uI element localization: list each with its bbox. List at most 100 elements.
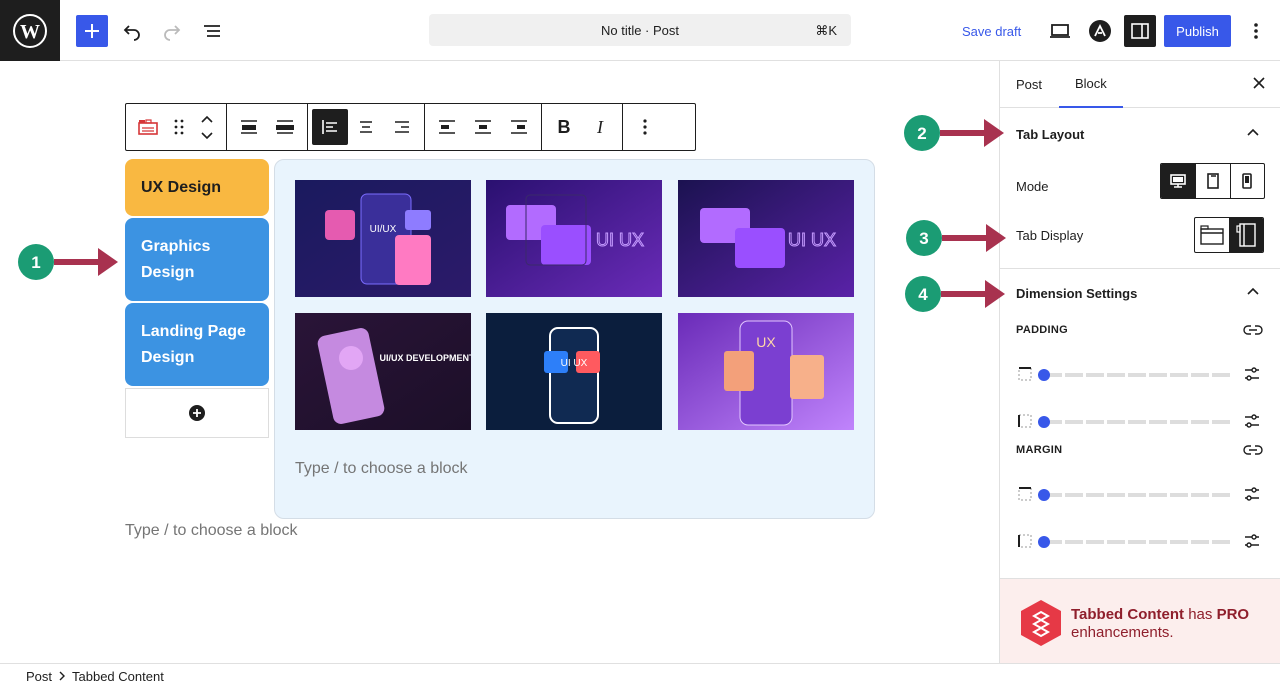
- save-draft-button[interactable]: Save draft: [954, 15, 1029, 47]
- image-caption: UI/UX DEVELOPMENT: [379, 353, 471, 363]
- settings-sliders-icon[interactable]: [1244, 413, 1260, 429]
- align-right-button[interactable]: [384, 109, 420, 145]
- align-center-button[interactable]: [348, 109, 384, 145]
- padding-top-slider[interactable]: [1016, 364, 1266, 384]
- ui-ux-illustration: UI UX: [486, 180, 662, 297]
- desktop-mode-button[interactable]: [1161, 164, 1196, 198]
- laptop-icon: [1050, 24, 1070, 38]
- padding-bottom-slider[interactable]: [1016, 411, 1266, 431]
- callout-4-arrow: 4: [905, 276, 1005, 312]
- list-view-icon: [204, 25, 220, 37]
- command-shortcut: ⌘K: [815, 23, 837, 38]
- mobile-mode-button[interactable]: [1229, 164, 1264, 198]
- bold-button[interactable]: B: [546, 109, 582, 145]
- inner-block-placeholder[interactable]: Type / to choose a block: [295, 460, 468, 478]
- tab-align-right-button[interactable]: [501, 109, 537, 145]
- preview-button[interactable]: [1044, 15, 1076, 47]
- gallery-image[interactable]: UX: [678, 313, 854, 430]
- tab-graphics-design[interactable]: Graphics Design: [125, 218, 269, 301]
- breadcrumb-tabbed-content[interactable]: Tabbed Content: [72, 669, 164, 684]
- padding-label: PADDING: [1016, 324, 1069, 336]
- breadcrumb-post[interactable]: Post: [26, 669, 52, 684]
- gallery-image[interactable]: UI/UX DEVELOPMENT: [295, 313, 471, 430]
- close-sidebar-button[interactable]: [1251, 75, 1267, 96]
- tab-align-left-button[interactable]: [429, 109, 465, 145]
- tab-layout-heading[interactable]: Tab Layout: [1016, 127, 1084, 142]
- tab-display-switcher: [1194, 217, 1264, 253]
- ui-ux-illustration: UI/UX: [295, 180, 471, 297]
- callout-3-arrow: 3: [906, 220, 1006, 256]
- link-icon[interactable]: [1243, 323, 1263, 337]
- wordpress-logo-button[interactable]: W: [0, 0, 60, 61]
- move-up-down-button[interactable]: [192, 109, 222, 145]
- block-options-button[interactable]: [627, 109, 663, 145]
- gallery-image[interactable]: UI UX: [486, 313, 662, 430]
- align-right-icon: [395, 121, 409, 133]
- side-left-icon: [1018, 534, 1032, 548]
- slider-thumb[interactable]: [1038, 489, 1050, 501]
- callout-1-arrow: 1: [18, 244, 118, 280]
- callout-2-arrow: 2: [904, 115, 1004, 151]
- justify-center-icon: [475, 120, 491, 134]
- slider-thumb[interactable]: [1038, 369, 1050, 381]
- undo-icon: [123, 25, 140, 41]
- text-align-group: [308, 104, 425, 150]
- tabbed-content-block-button[interactable]: [130, 109, 166, 145]
- gallery-image[interactable]: UI UX: [486, 180, 662, 297]
- settings-sliders-icon[interactable]: [1244, 533, 1260, 549]
- drag-handle[interactable]: [166, 109, 192, 145]
- tab-block[interactable]: Block: [1059, 61, 1123, 108]
- bold-icon: B: [557, 116, 571, 137]
- horizontal-display-button[interactable]: [1195, 218, 1229, 252]
- tabs-block-icon: [138, 119, 158, 135]
- chevron-up-down-icon: [201, 115, 213, 140]
- tab-landing-page-design[interactable]: Landing Page Design: [125, 303, 269, 386]
- justify-left-icon: [439, 120, 455, 134]
- plus-icon: [85, 24, 99, 38]
- redo-button[interactable]: [156, 15, 188, 47]
- tablet-mode-button[interactable]: [1195, 164, 1229, 198]
- link-icon[interactable]: [1243, 443, 1263, 457]
- settings-sliders-icon[interactable]: [1244, 366, 1260, 382]
- plugin-logo-icon: [1021, 600, 1061, 646]
- pro-upsell-banner[interactable]: Tabbed Content has PRO enhancements.: [1000, 578, 1280, 663]
- block-placeholder[interactable]: Type / to choose a block: [125, 522, 298, 540]
- dimension-settings-heading[interactable]: Dimension Settings: [1016, 286, 1137, 301]
- horizontal-tabs-icon: [1200, 225, 1224, 245]
- astra-icon: [1089, 20, 1111, 42]
- margin-bottom-slider[interactable]: [1016, 531, 1266, 551]
- tab-ux-design[interactable]: UX Design: [125, 159, 269, 216]
- pro-label: PRO: [1216, 606, 1250, 623]
- sidebar-icon: [1131, 23, 1149, 39]
- wide-width-button[interactable]: [231, 109, 267, 145]
- side-top-icon: [1018, 487, 1032, 501]
- tablet-icon: [1207, 173, 1219, 189]
- block-inserter-button[interactable]: [76, 15, 108, 47]
- settings-sliders-icon[interactable]: [1244, 486, 1260, 502]
- slider-thumb[interactable]: [1038, 536, 1050, 548]
- redo-icon: [164, 25, 181, 41]
- gallery-image[interactable]: UI UX: [678, 180, 854, 297]
- document-overview-button[interactable]: [196, 15, 228, 47]
- chevron-up-icon[interactable]: [1246, 286, 1260, 296]
- document-title-bar[interactable]: No title · Post ⌘K: [429, 14, 851, 46]
- gallery-image[interactable]: UI/UX: [295, 180, 471, 297]
- chevron-up-icon[interactable]: [1246, 127, 1260, 137]
- margin-label: MARGIN: [1016, 444, 1063, 456]
- side-top-icon: [1018, 367, 1032, 381]
- full-width-button[interactable]: [267, 109, 303, 145]
- slider-thumb[interactable]: [1038, 416, 1050, 428]
- options-button[interactable]: [1240, 15, 1272, 47]
- callout-number: 4: [918, 285, 928, 304]
- astra-settings-button[interactable]: [1084, 15, 1116, 47]
- add-tab-button[interactable]: [125, 388, 269, 438]
- align-left-button[interactable]: [312, 109, 348, 145]
- margin-top-slider[interactable]: [1016, 484, 1266, 504]
- italic-button[interactable]: I: [582, 109, 618, 145]
- undo-button[interactable]: [116, 15, 148, 47]
- vertical-display-button[interactable]: [1229, 218, 1263, 252]
- publish-button[interactable]: Publish: [1164, 15, 1231, 47]
- tab-post[interactable]: Post: [1000, 61, 1058, 108]
- settings-sidebar-toggle[interactable]: [1124, 15, 1156, 47]
- tab-align-center-button[interactable]: [465, 109, 501, 145]
